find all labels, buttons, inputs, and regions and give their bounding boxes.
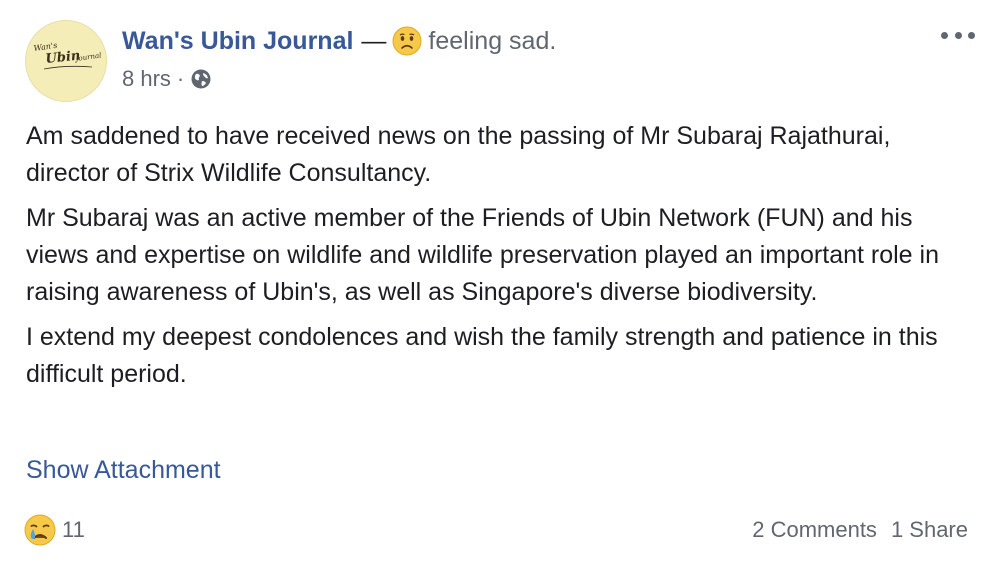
comments-link[interactable]: 2 Comments xyxy=(752,517,877,543)
page-name-link[interactable]: Wan's Ubin Journal xyxy=(122,27,353,56)
reactions-summary[interactable]: 11 xyxy=(24,512,85,548)
post-meta: 8 hrs · xyxy=(122,64,212,94)
reaction-count: 11 xyxy=(62,517,85,542)
page-avatar[interactable]: Wan's Ubin Journal xyxy=(25,20,107,102)
post-paragraph: Am saddened to have received news on the… xyxy=(26,122,891,187)
show-attachment-link[interactable]: Show Attachment xyxy=(26,452,221,489)
more-dot xyxy=(954,31,962,39)
feeling-text[interactable]: feeling sad. xyxy=(428,27,556,56)
post-header: Wan's Ubin Journal — feeling sad. xyxy=(122,24,556,58)
sad-face-icon xyxy=(392,26,422,56)
more-dot xyxy=(941,31,948,39)
post-timestamp[interactable]: 8 hrs xyxy=(122,66,171,92)
more-dot xyxy=(968,31,975,39)
post-paragraph: Mr Subaraj was an active member of the F… xyxy=(26,204,939,306)
page-logo: Wan's Ubin Journal xyxy=(33,41,102,70)
post-body: Am saddened to have received news on the… xyxy=(26,118,966,401)
header-dash: — xyxy=(361,26,387,55)
crying-face-icon xyxy=(24,514,56,546)
post-paragraph: I extend my deepest condolences and wish… xyxy=(26,323,938,388)
meta-separator: · xyxy=(176,66,185,91)
engagement-links: 2 Comments 1 Share xyxy=(752,512,968,548)
shares-link[interactable]: 1 Share xyxy=(891,517,968,543)
globe-icon[interactable] xyxy=(190,68,212,90)
more-options-icon[interactable] xyxy=(938,22,978,48)
facebook-post: Wan's Ubin Journal Wan's Ubin Journal — … xyxy=(0,0,988,566)
